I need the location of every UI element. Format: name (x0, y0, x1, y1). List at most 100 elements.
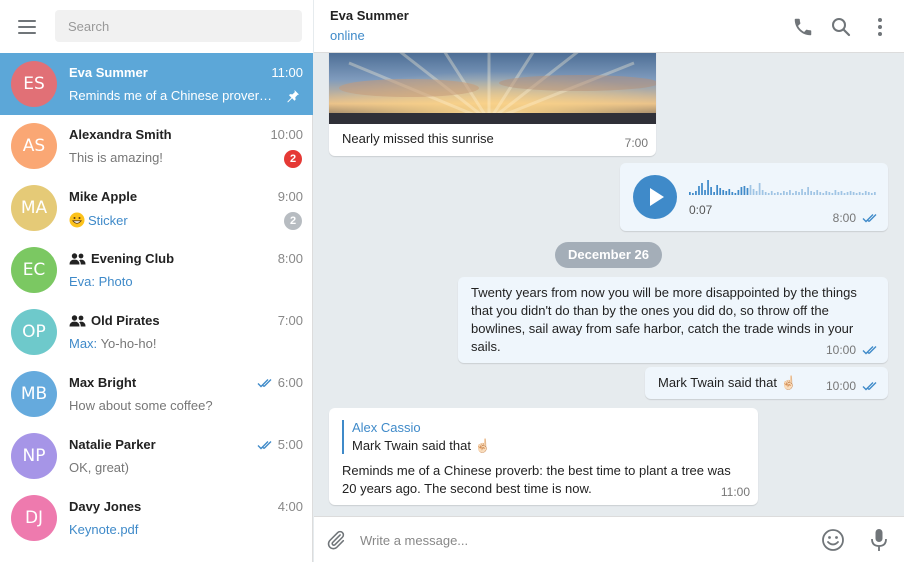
waveform-bar (804, 192, 806, 195)
search-input[interactable] (55, 10, 302, 42)
grinning-face-emoji-icon (69, 212, 85, 228)
chat-item-max-bright[interactable]: MB Max Bright 6:00 How about some coffee… (0, 363, 313, 425)
chat-item-old-pirates[interactable]: OP Old Pirates 7:00 Max: Yo-ho-ho! (0, 301, 313, 363)
chat-preview: Keynote.pdf (69, 522, 279, 537)
message-bubble-incoming[interactable]: Alex Cassio Mark Twain said that ☝🏻 Remi… (329, 408, 758, 505)
chat-time-label: 6:00 (277, 375, 303, 390)
voice-duration: 0:07 (689, 203, 713, 217)
waveform-bar (864, 191, 867, 195)
message-bubble-outgoing[interactable]: Mark Twain said that ☝🏻 10:00 (645, 367, 888, 399)
chat-sidebar: ES Eva Summer 11:00 Reminds me of a Chin… (0, 0, 313, 562)
chat-preview: How about some coffee? (69, 398, 213, 413)
peer-status: online (330, 28, 365, 43)
waveform-bar (831, 193, 834, 195)
waveform-bar (810, 191, 813, 195)
microphone-icon[interactable] (870, 528, 888, 552)
waveform-bar (695, 191, 697, 195)
search-icon[interactable] (830, 16, 852, 38)
sunrise-photo[interactable] (329, 53, 656, 124)
waveform-bar (843, 193, 846, 195)
avatar: OP (11, 309, 57, 355)
group-icon (69, 314, 86, 327)
chat-name: Eva Summer (69, 65, 148, 80)
waveform-bar (825, 191, 828, 195)
chat-name-label: Natalie Parker (69, 437, 156, 452)
chat-name-label: Mike Apple (69, 189, 138, 204)
chat-name-label: Eva Summer (69, 65, 148, 80)
unread-badge: 2 (284, 212, 302, 230)
chat-name-label: Max Bright (69, 375, 137, 390)
chat-item-davy-jones[interactable]: DJ Davy Jones 4:00 Keynote.pdf (0, 487, 313, 549)
chat-time-label: 8:00 (277, 251, 303, 266)
message-time: 11:00 (720, 485, 750, 499)
waveform-bar (737, 190, 740, 195)
chat-time: 6:00 (257, 375, 303, 390)
waveform-bar (716, 185, 719, 195)
waveform-bar (822, 193, 825, 195)
waveform-bar (837, 192, 840, 195)
chat-time: 5:00 (257, 437, 303, 452)
waveform-bar (801, 189, 803, 195)
chat-list: ES Eva Summer 11:00 Reminds me of a Chin… (0, 53, 313, 549)
voice-message[interactable]: 0:07 8:00 (620, 163, 888, 231)
more-vertical-icon[interactable] (869, 16, 891, 38)
waveform-bar (743, 186, 746, 195)
chat-name: Evening Club (69, 251, 174, 266)
waveform-bar (746, 188, 749, 195)
chat-name: Max Bright (69, 375, 136, 390)
chat-time-label: 4:00 (277, 499, 303, 514)
waveform-bar (761, 190, 764, 195)
emoji-icon[interactable] (821, 528, 845, 552)
message-meta: 10:00 (826, 379, 880, 393)
message-bubble-outgoing[interactable]: Twenty years from now you will be more d… (458, 277, 888, 363)
waveform-bar (861, 193, 864, 195)
date-separator: December 26 (555, 242, 662, 268)
message-input[interactable] (360, 525, 800, 555)
waveform-bar (807, 187, 809, 195)
chat-time-label: 5:00 (277, 437, 303, 452)
waveform-bar (858, 192, 861, 195)
waveform-bar (731, 192, 734, 195)
waveform-bar (770, 191, 773, 195)
waveform-bar (846, 192, 849, 195)
chat-time-label: 7:00 (277, 313, 303, 328)
waveform-bar (816, 190, 819, 195)
waveform-bar (698, 186, 700, 195)
message-meta: 7:00 (625, 136, 648, 150)
waveform-bar (798, 192, 800, 195)
chat-preview: Max: Yo-ho-ho! (69, 336, 279, 351)
phone-icon[interactable] (792, 16, 814, 38)
play-icon[interactable] (633, 175, 677, 219)
chat-item-mike-apple[interactable]: MA Mike Apple 9:00 Sticker 2 (0, 177, 313, 239)
reply-quote-text[interactable]: Mark Twain said that ☝🏻 (352, 438, 491, 454)
chat-name: Alexandra Smith (69, 127, 172, 142)
voice-waveform[interactable] (689, 177, 877, 197)
chat-preview: This is amazing! (69, 150, 163, 165)
double-check-icon (862, 381, 880, 391)
chat-time: 4:00 (278, 499, 303, 514)
paperclip-icon[interactable] (325, 529, 347, 551)
chat-item-eva-summer[interactable]: ES Eva Summer 11:00 Reminds me of a Chin… (0, 53, 313, 115)
chat-time: 7:00 (278, 313, 303, 328)
waveform-bar (870, 193, 873, 195)
peer-name[interactable]: Eva Summer (330, 8, 409, 23)
avatar: MA (11, 185, 57, 231)
preview-sender: Max: (69, 336, 98, 351)
waveform-bar (701, 183, 703, 195)
hamburger-menu-icon[interactable] (16, 17, 40, 37)
chat-name: Davy Jones (69, 499, 141, 514)
waveform-bar (855, 193, 858, 195)
photo-message[interactable]: Nearly missed this sunrise 7:00 (329, 53, 656, 156)
double-check-icon (257, 440, 275, 450)
waveform-bar (783, 191, 785, 195)
chat-item-evening-club[interactable]: EC Evening Club 8:00 Eva: Photo (0, 239, 313, 301)
reply-quote-author[interactable]: Alex Cassio (352, 420, 421, 435)
waveform-bar (852, 192, 855, 195)
chat-item-natalie-parker[interactable]: NP Natalie Parker 5:00 OK, great) (0, 425, 313, 487)
group-icon (69, 252, 86, 265)
chat-time: 10:00 (270, 127, 303, 142)
waveform-bar (692, 193, 694, 195)
message-composer (314, 516, 904, 562)
chat-item-alexandra-smith[interactable]: AS Alexandra Smith 10:00 This is amazing… (0, 115, 313, 177)
waveform-bar (740, 187, 743, 195)
